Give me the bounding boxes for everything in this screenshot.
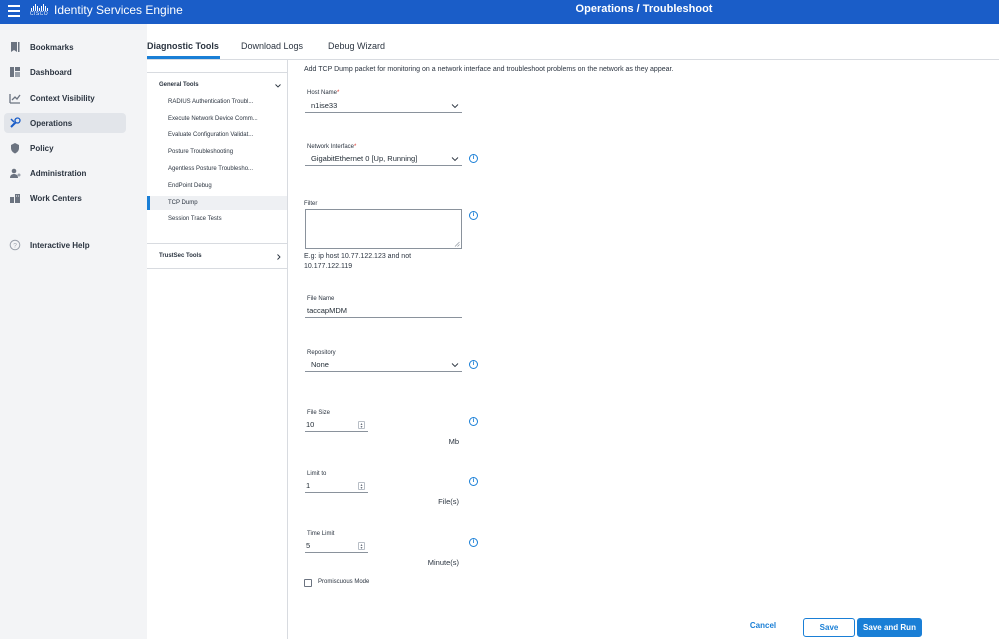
host-name-select[interactable]: n1ise33 (305, 100, 462, 113)
admin-user-icon (10, 168, 21, 178)
sidebar-item-context-visibility[interactable]: Context Visibility (4, 88, 126, 108)
repository-select[interactable]: None (305, 359, 462, 372)
chevron-right-icon[interactable] (275, 253, 283, 261)
tree-item-radius-authentication[interactable]: RADIUS Authentication Troubl... (147, 95, 287, 109)
file-size-input[interactable]: 10 ▴ ▾ (305, 419, 368, 432)
tree-item-execute-network-device-command[interactable]: Execute Network Device Comm... (147, 112, 287, 126)
chevron-down-icon (451, 157, 459, 162)
filter-textarea[interactable] (305, 209, 462, 249)
tree-item-evaluate-configuration-validator[interactable]: Evaluate Configuration Validat... (147, 128, 287, 142)
chevron-down-icon[interactable] (274, 82, 282, 90)
file-size-label: File Size (307, 410, 331, 416)
dashboard-icon (10, 67, 20, 77)
help-icon: ? (9, 239, 21, 251)
time-limit-input[interactable]: 5 ▴ ▾ (305, 540, 368, 553)
limit-to-info-icon[interactable]: i (469, 477, 478, 486)
bookmark-icon (11, 42, 20, 52)
save-button[interactable]: Save (803, 618, 855, 637)
repository-label: Repository (307, 350, 336, 356)
chevron-down-icon (451, 363, 459, 368)
hamburger-menu-icon[interactable] (8, 5, 20, 17)
filter-label: Filter (304, 201, 318, 207)
app-title: Identity Services Engine (54, 3, 183, 17)
page-title: Operations / Troubleshoot (575, 3, 713, 15)
sidebar: Bookmarks Dashboard Context Visibility O… (0, 24, 147, 639)
tree-item-posture-troubleshooting[interactable]: Posture Troubleshooting (147, 145, 287, 159)
time-limit-label: Time Limit (307, 531, 335, 537)
limit-to-unit: File(s) (438, 497, 459, 506)
cisco-logo: CISCO (28, 4, 50, 18)
sidebar-item-dashboard[interactable]: Dashboard (4, 62, 126, 82)
tree-divider (147, 268, 287, 269)
repository-info-icon[interactable]: i (469, 360, 478, 369)
limit-to-stepper[interactable]: ▴ ▾ (358, 482, 365, 490)
sidebar-item-bookmarks[interactable]: Bookmarks (4, 37, 126, 57)
shield-icon (11, 143, 19, 154)
limit-to-input[interactable]: 1 ▴ ▾ (305, 480, 368, 493)
tree-item-agentless-posture-troubleshooting[interactable]: Agentless Posture Troublesho... (147, 162, 287, 176)
wrench-icon (10, 117, 21, 128)
tab-debug-wizard[interactable]: Debug Wizard (328, 41, 385, 51)
svg-text:?: ? (13, 242, 17, 249)
trustsec-tools-group[interactable]: TrustSec Tools (159, 253, 202, 259)
cancel-button[interactable]: Cancel (744, 621, 782, 630)
tree-divider (147, 72, 287, 73)
file-size-unit: Mb (448, 437, 459, 446)
resize-handle-icon[interactable] (454, 241, 460, 247)
context-visibility-icon (9, 94, 21, 104)
file-name-label: File Name (307, 296, 335, 302)
host-name-label: Host Name* (307, 90, 340, 96)
work-centers-icon (10, 194, 20, 203)
tree-item-tcp-dump[interactable]: TCP Dump (147, 196, 287, 210)
sidebar-item-operations[interactable]: Operations (4, 113, 126, 133)
file-size-stepper[interactable]: ▴ ▾ (358, 421, 365, 429)
diagnostic-tools-tree: General Tools RADIUS Authentication Trou… (147, 60, 288, 639)
sidebar-item-work-centers[interactable]: Work Centers (4, 188, 126, 208)
network-interface-label: Network Interface* (307, 144, 357, 150)
sidebar-item-interactive-help[interactable]: ? Interactive Help (4, 235, 126, 255)
tab-diagnostic-tools[interactable]: Diagnostic Tools (147, 41, 219, 51)
top-header: CISCO Identity Services Engine Operation… (0, 0, 999, 24)
sidebar-item-policy[interactable]: Policy (4, 138, 126, 158)
promiscuous-mode-label[interactable]: Promiscuous Mode (318, 579, 369, 585)
tree-item-endpoint-debug[interactable]: EndPoint Debug (147, 179, 287, 193)
file-name-input[interactable]: taccapMDM (305, 305, 462, 318)
file-size-info-icon[interactable]: i (469, 417, 478, 426)
tree-item-session-trace-tests[interactable]: Session Trace Tests (147, 212, 287, 226)
limit-to-label: Limit to (307, 471, 327, 477)
filter-hint: E.g: ip host 10.77.122.123 and not 10.17… (304, 253, 412, 270)
time-limit-stepper[interactable]: ▴ ▾ (358, 542, 365, 550)
time-limit-unit: Minute(s) (427, 558, 459, 567)
selection-indicator (147, 196, 150, 210)
network-interface-info-icon[interactable]: i (469, 154, 478, 163)
filter-info-icon[interactable]: i (469, 211, 478, 220)
tree-divider (147, 243, 287, 244)
promiscuous-mode-checkbox[interactable] (304, 579, 312, 587)
form-description: Add TCP Dump packet for monitoring on a … (304, 66, 674, 73)
tab-download-logs[interactable]: Download Logs (241, 41, 303, 51)
general-tools-group[interactable]: General Tools (159, 82, 199, 88)
save-and-run-button[interactable]: Save and Run (857, 618, 922, 637)
sidebar-item-administration[interactable]: Administration (4, 163, 126, 183)
chevron-down-icon (451, 104, 459, 109)
network-interface-select[interactable]: GigabitEthernet 0 [Up, Running] (305, 153, 462, 166)
time-limit-info-icon[interactable]: i (469, 538, 478, 547)
